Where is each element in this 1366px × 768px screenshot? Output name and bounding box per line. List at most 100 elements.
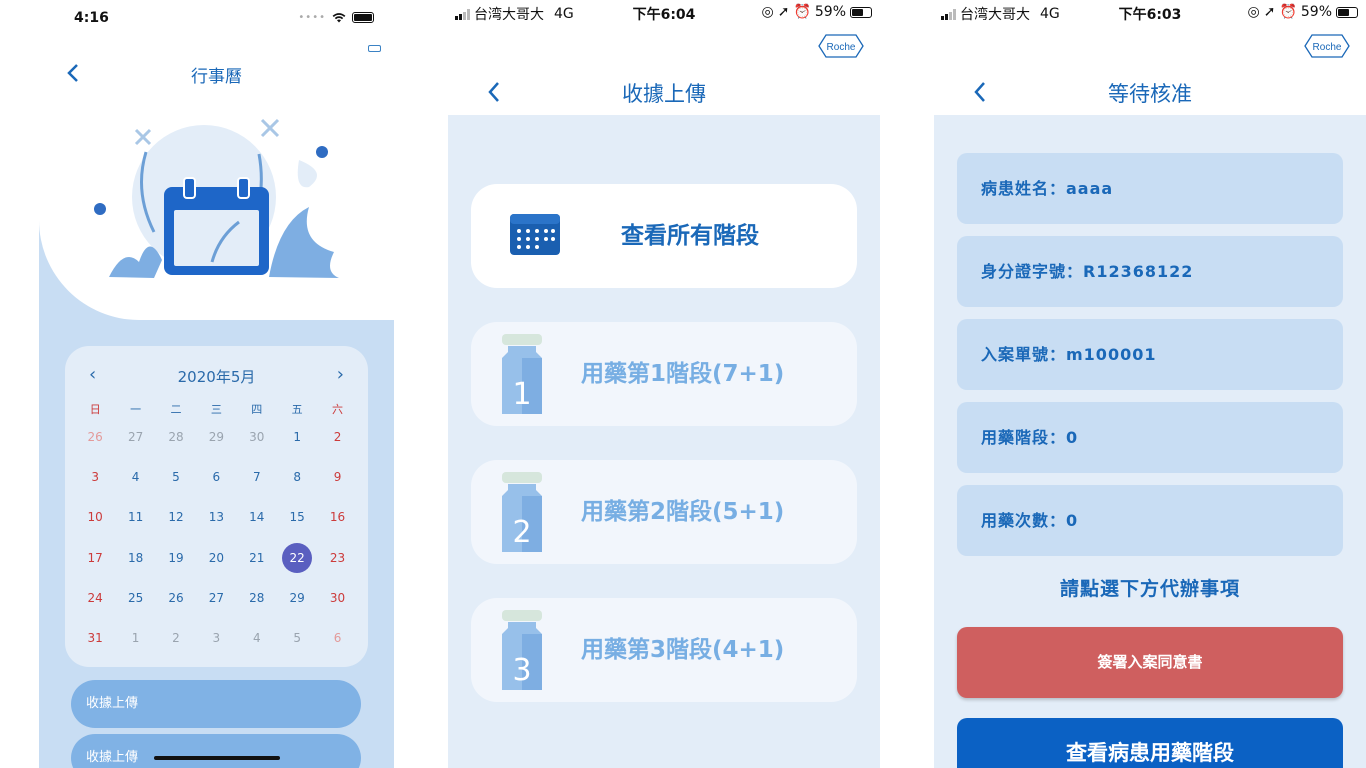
page-title: 等待核准 (1108, 82, 1192, 106)
calendar-day[interactable]: 24 (75, 589, 115, 629)
stage-1-card[interactable]: 1 用藥第1階段(7+1) (471, 322, 857, 426)
status-bar: 台湾大哥大 4G 下午6:04 ◎ ➚ ⏰ 59% (448, 0, 880, 24)
card-label: 用藥第3階段(4+1) (581, 637, 785, 663)
day-number: 26 (87, 430, 103, 444)
day-number: 15 (289, 510, 305, 525)
content-area: 查看所有階段 1 用藥第1階段(7+1) 2 用藥第2階段(5+1) 3 用藥第… (448, 115, 880, 768)
vial-icon: 2 (502, 472, 542, 552)
page-title: 行事曆 (191, 67, 242, 87)
battery-percent: 59% (814, 4, 846, 20)
calendar-day[interactable]: 19 (156, 549, 196, 589)
wifi-icon (332, 12, 346, 22)
calendar-day[interactable]: 28 (237, 589, 277, 629)
day-number: 6 (212, 470, 221, 485)
calendar-day[interactable]: 3 (75, 468, 115, 508)
day-number: 26 (168, 590, 184, 605)
day-number: 16 (329, 510, 346, 525)
day-number: 29 (289, 590, 305, 605)
calendar-day[interactable]: 2 (156, 629, 196, 669)
day-number: 28 (249, 590, 265, 605)
calendar-day[interactable]: 5 (277, 629, 317, 669)
stage-3-card[interactable]: 3 用藥第3階段(4+1) (471, 598, 857, 702)
calendar-day[interactable]: 26 (156, 589, 196, 629)
day-number: 4 (252, 630, 261, 645)
stage-2-card[interactable]: 2 用藥第2階段(5+1) (471, 460, 857, 564)
patient-name-field: 病患姓名：aaaa (957, 153, 1343, 224)
day-number: 18 (127, 550, 144, 565)
next-month-icon[interactable]: › (337, 364, 344, 385)
calendar-day[interactable]: 29 (277, 589, 317, 629)
calendar-day[interactable]: 5 (156, 468, 196, 508)
calendar-day[interactable]: 4 (115, 468, 155, 508)
month-label: 2020年5月 (177, 368, 256, 386)
todo-hint: 請點選下方代辦事項 (1059, 578, 1240, 600)
day-number: 28 (168, 430, 184, 444)
calendar-day[interactable]: 26 (75, 428, 115, 468)
day-number: 7 (252, 470, 261, 485)
weekday-header: 二 (170, 403, 182, 416)
day-number: 3 (91, 470, 100, 485)
card-label: 查看所有階段 (621, 223, 759, 249)
day-number: 1 (293, 430, 301, 444)
calendar-day[interactable]: 28 (156, 428, 196, 468)
calendar-day[interactable]: 14 (237, 508, 277, 548)
calendar-day[interactable]: 11 (115, 508, 155, 548)
calendar-day[interactable]: 6 (317, 629, 357, 669)
calendar-day-selected[interactable]: 22 (277, 542, 317, 589)
calendar-day[interactable]: 20 (196, 549, 236, 589)
day-number: 25 (127, 590, 144, 605)
calendar-day[interactable]: 2 (317, 428, 357, 468)
day-number: 22 (282, 542, 313, 573)
sign-consent-button[interactable]: 簽署入案同意書 (957, 627, 1343, 698)
day-number: 29 (208, 430, 224, 444)
weekday-header: 三 (210, 403, 222, 416)
calendar-day[interactable]: 3 (196, 629, 236, 669)
calendar-day[interactable]: 9 (317, 468, 357, 508)
day-number: 5 (293, 630, 301, 645)
day-number: 27 (208, 590, 224, 605)
day-number: 30 (249, 430, 265, 444)
calendar-day[interactable]: 1 (277, 428, 317, 468)
calendar-day[interactable]: 27 (196, 589, 236, 629)
calendar-day[interactable]: 21 (237, 549, 277, 589)
card-label: 用藥第1階段(7+1) (581, 361, 785, 387)
calendar-day[interactable]: 27 (115, 428, 155, 468)
roche-logo-icon (368, 45, 381, 52)
day-number: 10 (87, 510, 103, 525)
calendar-day[interactable]: 31 (75, 629, 115, 669)
roche-logo-text: Roche (827, 42, 856, 53)
status-bar: 台湾大哥大 4G 下午6:03 ◎ ➚ ⏰ 59% (934, 0, 1366, 24)
calendar-day[interactable]: 30 (317, 589, 357, 629)
day-number: 13 (208, 510, 224, 525)
roche-logo-icon: Roche (818, 34, 864, 58)
calendar-day[interactable]: 25 (115, 589, 155, 629)
day-number: 2 (172, 630, 180, 645)
calendar-day[interactable]: 30 (237, 428, 277, 468)
status-time: 4:16 (74, 10, 109, 26)
calendar-day[interactable]: 6 (196, 468, 236, 508)
calendar-day[interactable]: 7 (237, 468, 277, 508)
view-all-stages-card[interactable]: 查看所有階段 (471, 184, 857, 288)
calendar-day[interactable]: 29 (196, 428, 236, 468)
calendar-day[interactable]: 10 (75, 508, 115, 548)
calendar-day[interactable]: 18 (115, 549, 155, 589)
calendar-day[interactable]: 12 (156, 508, 196, 548)
battery-percent: 59% (1300, 4, 1332, 20)
calendar-day[interactable]: 4 (237, 629, 277, 669)
calendar-grid: 日一二三四五六 26 27 28 29 30 1 2 3 4 5 6 7 8 9 10 11 12 13 14 15 16… (75, 402, 358, 669)
view-medication-stage-button[interactable]: 查看病患用藥階段 (957, 718, 1343, 768)
calendar-day[interactable]: 8 (277, 468, 317, 508)
receipt-upload-item[interactable]: 收據上傳 (71, 680, 361, 728)
calendar-day[interactable]: 13 (196, 508, 236, 548)
calendar-day[interactable]: 16 (317, 508, 357, 548)
location-icon: ➚ (1263, 4, 1276, 20)
alarm-icon: ⏰ (793, 4, 811, 20)
home-indicator[interactable] (154, 756, 280, 760)
calendar-day[interactable]: 1 (115, 629, 155, 669)
day-number: 31 (87, 630, 103, 645)
receipt-upload-item[interactable]: 收據上傳 (71, 734, 361, 768)
calendar-day[interactable]: 17 (75, 549, 115, 589)
calendar-icon (510, 214, 560, 255)
day-number: 30 (329, 590, 346, 605)
calendar-day[interactable]: 23 (317, 549, 357, 589)
